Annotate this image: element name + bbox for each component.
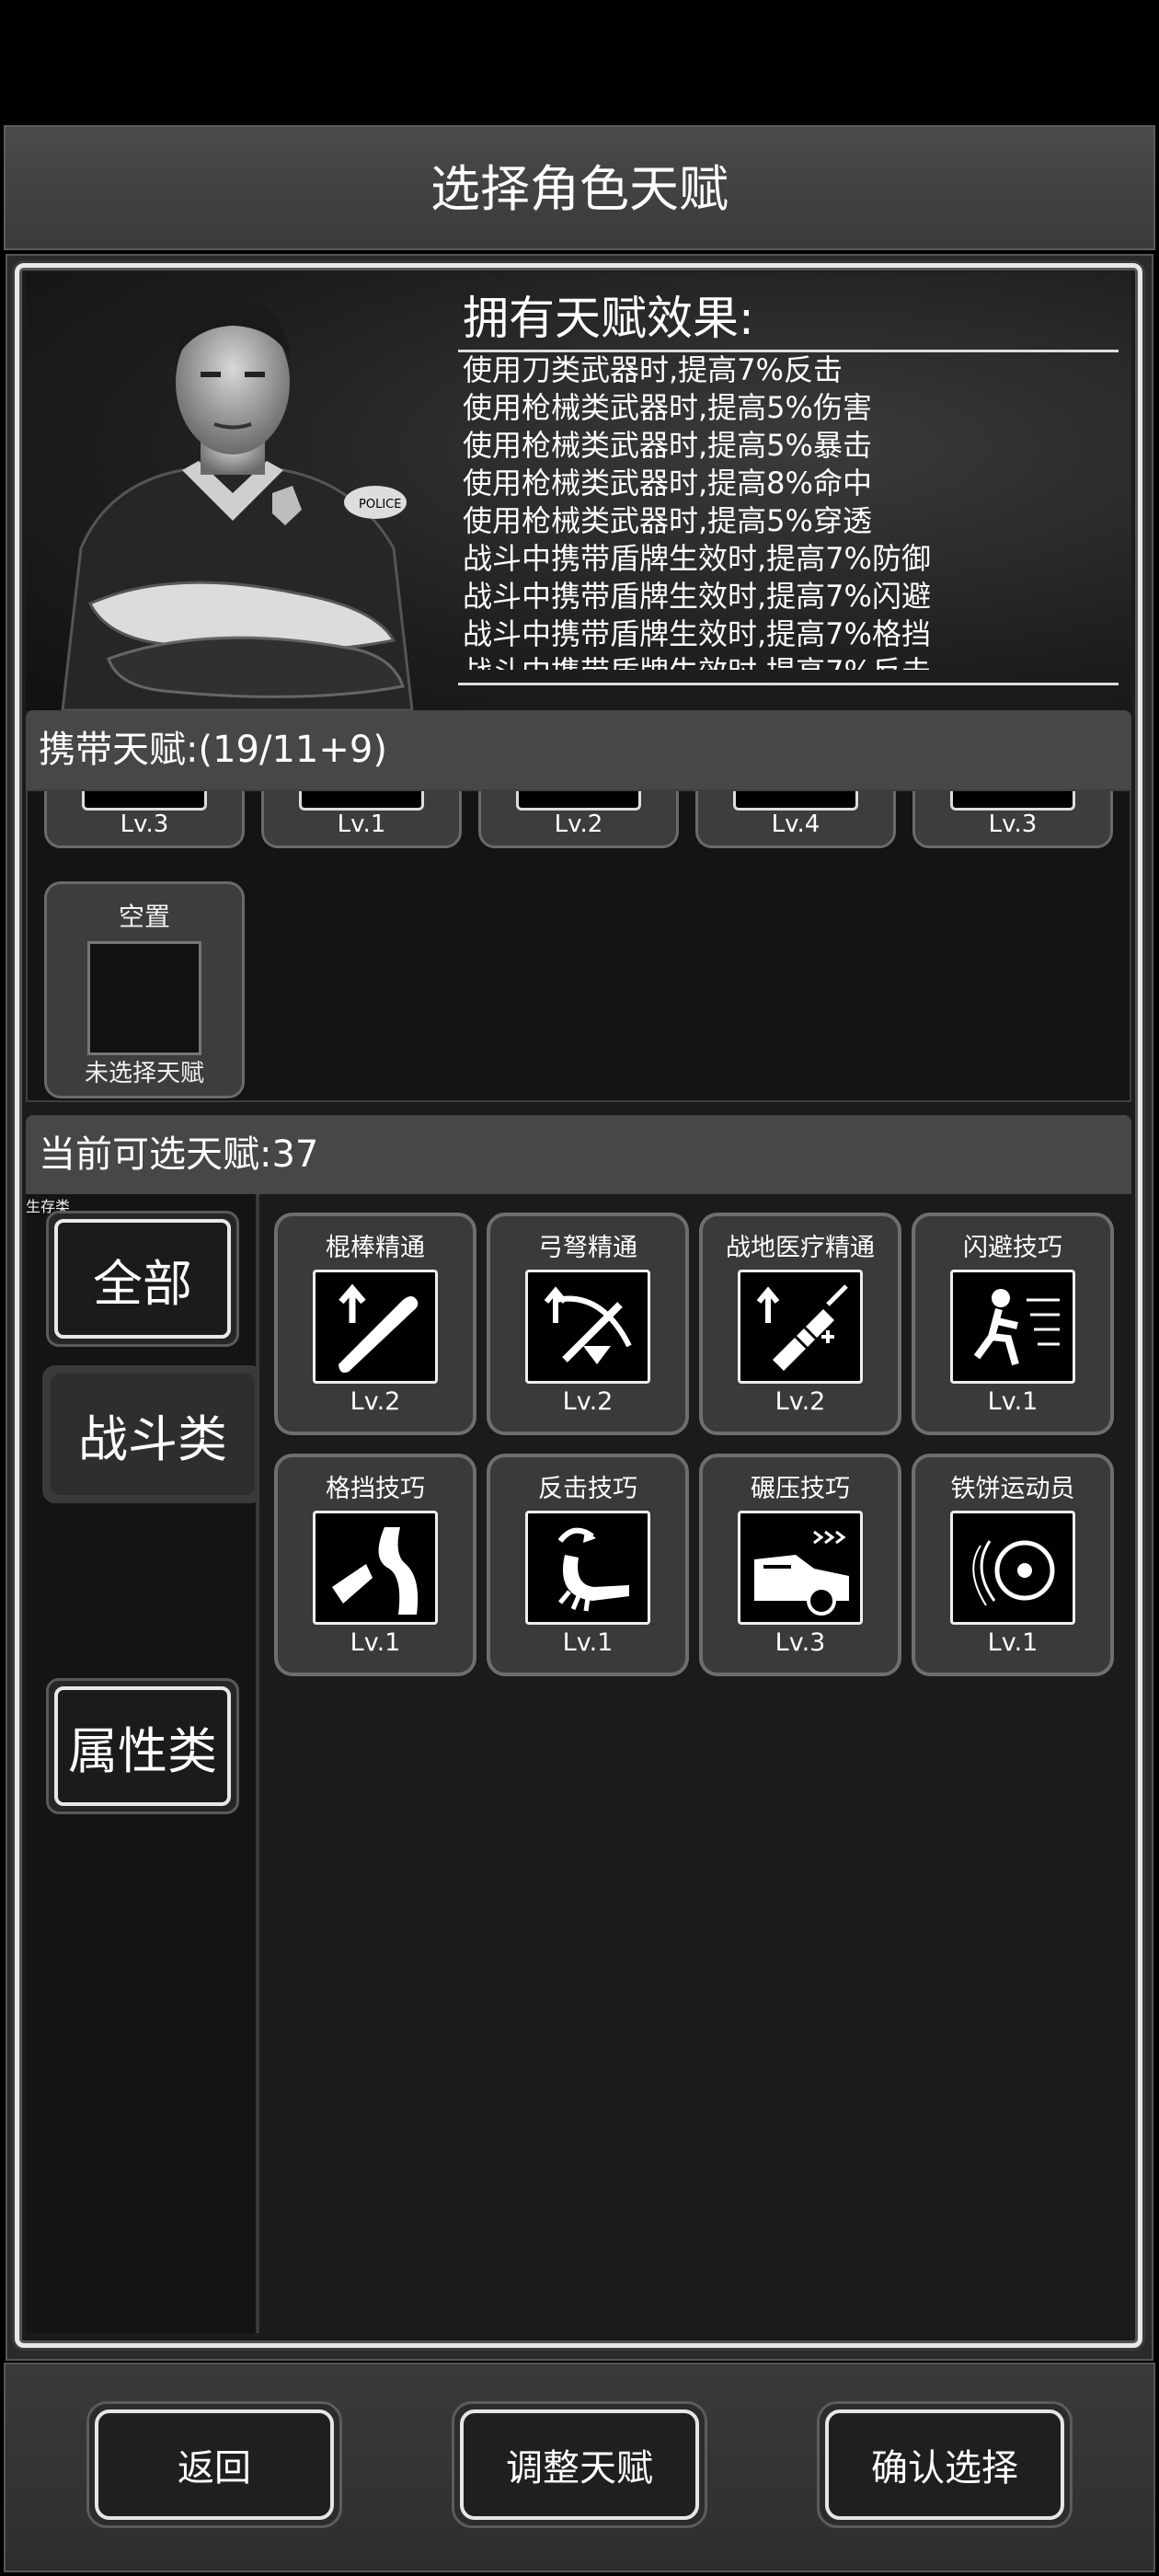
talent-card-bat[interactable]: 棍棒精通 Lv.2 — [274, 1213, 476, 1435]
bat-icon — [313, 1270, 438, 1384]
tab-attributes[interactable]: 属性类 — [46, 1678, 239, 1814]
talent-icon — [950, 791, 1075, 811]
carried-talent-slot[interactable]: Lv.2 — [478, 791, 679, 848]
empty-slot-placeholder — [87, 941, 201, 1055]
talent-card-block[interactable]: 格挡技巧 Lv.1 — [274, 1454, 476, 1676]
title-bar: 选择角色天赋 — [4, 125, 1155, 250]
talent-name: 闪避技巧 — [963, 1234, 1062, 1262]
tab-all[interactable]: 全部 — [46, 1211, 239, 1347]
carried-talents-panel[interactable]: Lv.3 Lv.1 Lv.2 Lv.4 Lv.3 空置 未选择天赋 — [26, 789, 1131, 1102]
talent-card-dodge[interactable]: 闪避技巧 Lv.1 — [912, 1213, 1114, 1435]
talent-level: Lv.1 — [562, 1628, 614, 1657]
effects-bottom-divider — [458, 683, 1119, 685]
available-talents-label: 当前可选天赋:37 — [39, 1133, 319, 1176]
effects-list[interactable]: 使用刀类武器时,提高7%反击 使用枪械类武器时,提高5%伤害 使用枪械类武器时,… — [463, 351, 1125, 670]
crossbow-icon — [525, 1270, 650, 1384]
carried-talent-slot[interactable]: Lv.3 — [912, 791, 1113, 848]
talent-level: Lv.2 — [562, 1387, 614, 1416]
talent-grid: 棍棒精通 Lv.2 弓弩精通 Lv.2 战地医疗精通 Lv.2 闪避技巧 Lv.… — [259, 1194, 1131, 2333]
dodge-icon — [950, 1270, 1075, 1384]
police-officer-portrait: POLICE — [61, 300, 414, 710]
talent-card-field-medic[interactable]: 战地医疗精通 Lv.2 — [699, 1213, 901, 1435]
svg-text:POLICE: POLICE — [359, 498, 401, 512]
talent-card-crush[interactable]: 碾压技巧 Lv.3 — [699, 1454, 901, 1676]
tab-label: 全部 — [54, 1219, 231, 1339]
tab-label: 属性类 — [54, 1686, 231, 1806]
block-icon — [313, 1511, 438, 1625]
talent-name: 铁饼运动员 — [950, 1475, 1075, 1503]
talent-name: 棍棒精通 — [326, 1234, 425, 1262]
talent-card-discus[interactable]: 铁饼运动员 Lv.1 — [912, 1454, 1114, 1676]
effect-line: 战斗中携带盾牌生效时,提高7%格挡 — [463, 616, 931, 651]
effects-title: 拥有天赋效果: — [463, 292, 754, 345]
adjust-talents-label: 调整天赋 — [460, 2409, 699, 2520]
talent-name: 弓弩精通 — [538, 1234, 637, 1262]
talent-level: Lv.3 — [775, 1628, 826, 1657]
carried-talent-slot[interactable]: Lv.3 — [44, 791, 245, 848]
talent-level: Lv.1 — [350, 1628, 401, 1657]
back-button-label: 返回 — [95, 2409, 334, 2520]
carried-talents-label: 携带天赋:(19/11+9) — [39, 729, 387, 771]
effect-line: 战斗中携带盾牌生效时,提高7%反击 — [463, 653, 1125, 670]
talent-card-crossbow[interactable]: 弓弩精通 Lv.2 — [487, 1213, 689, 1435]
slot-level: Lv.3 — [988, 811, 1038, 838]
effect-line: 使用枪械类武器时,提高5%穿透 — [463, 503, 872, 538]
confirm-selection-button[interactable]: 确认选择 — [817, 2401, 1073, 2528]
crush-car-icon — [738, 1511, 863, 1625]
talent-name: 格挡技巧 — [326, 1475, 425, 1503]
counter-icon — [525, 1511, 650, 1625]
talent-icon — [299, 791, 424, 811]
effect-line: 战斗中携带盾牌生效时,提高7%闪避 — [463, 579, 931, 614]
talent-icon — [516, 791, 641, 811]
carried-talents-header: 携带天赋:(19/11+9) — [26, 710, 1131, 789]
effect-line: 使用刀类武器时,提高7%反击 — [463, 352, 843, 387]
talent-level: Lv.1 — [987, 1387, 1039, 1416]
effect-line: 使用枪械类武器时,提高5%暴击 — [463, 428, 872, 463]
carried-talent-slot[interactable]: Lv.4 — [695, 791, 896, 848]
carried-talent-slot[interactable]: Lv.1 — [261, 791, 462, 848]
talent-level: Lv.1 — [987, 1628, 1039, 1657]
confirm-selection-label: 确认选择 — [825, 2409, 1064, 2520]
tab-combat[interactable]: 战斗类 — [42, 1365, 263, 1503]
talent-name: 碾压技巧 — [751, 1475, 850, 1503]
character-portrait-panel: POLICE 拥有天赋效果: 使用刀类武器时,提高7%反击 使用枪械类武器时,提… — [26, 272, 1131, 710]
effect-line: 使用枪械类武器时,提高8%命中 — [463, 466, 872, 500]
talent-name: 战地医疗精通 — [726, 1234, 875, 1262]
page-title: 选择角色天赋 — [430, 160, 729, 218]
talent-card-counter[interactable]: 反击技巧 Lv.1 — [487, 1454, 689, 1676]
effect-line: 使用枪械类武器时,提高5%伤害 — [463, 390, 872, 425]
empty-slot-note: 未选择天赋 — [84, 1060, 204, 1087]
talent-icon — [82, 791, 207, 811]
talent-name: 反击技巧 — [538, 1475, 637, 1503]
slot-level: Lv.3 — [120, 811, 169, 838]
syringe-icon — [738, 1270, 863, 1384]
effect-line: 战斗中携带盾牌生效时,提高7%防御 — [463, 541, 931, 576]
back-button[interactable]: 返回 — [86, 2401, 342, 2528]
adjust-talents-button[interactable]: 调整天赋 — [452, 2401, 707, 2528]
available-talents-header: 当前可选天赋:37 — [26, 1115, 1131, 1194]
talent-level: Lv.2 — [775, 1387, 826, 1416]
talent-icon — [733, 791, 858, 811]
discus-icon — [950, 1511, 1075, 1625]
slot-level: Lv.4 — [771, 811, 820, 838]
empty-talent-slot[interactable]: 空置 未选择天赋 — [44, 881, 245, 1098]
category-tabs: 全部 战斗类 生存类 属性类 — [26, 1194, 263, 2333]
tab-label: 战斗类 — [51, 1374, 255, 1495]
empty-slot-title: 空置 — [118, 902, 170, 932]
slot-level: Lv.2 — [554, 811, 603, 838]
slot-level: Lv.1 — [337, 811, 386, 838]
talent-level: Lv.2 — [350, 1387, 401, 1416]
